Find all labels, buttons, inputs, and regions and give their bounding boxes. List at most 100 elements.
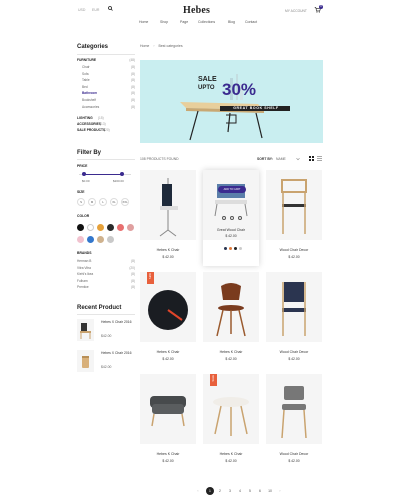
color-swatch[interactable] bbox=[107, 236, 114, 243]
size-option[interactable]: M bbox=[88, 198, 96, 206]
subcategory-item[interactable]: Bed bbox=[82, 85, 88, 89]
product-image[interactable] bbox=[203, 272, 259, 342]
pagination-page[interactable]: 5 bbox=[246, 487, 254, 495]
brand-count: (8) bbox=[131, 259, 135, 263]
color-swatch[interactable] bbox=[87, 236, 94, 243]
brand-item[interactable]: Fulham bbox=[77, 279, 88, 283]
recent-product-name[interactable]: Hebes X Chair 2016 bbox=[101, 351, 133, 356]
divider bbox=[77, 54, 135, 55]
heart-icon[interactable] bbox=[230, 216, 234, 220]
product-image[interactable] bbox=[140, 170, 196, 240]
brand-item[interactable]: Vitra Vitra bbox=[77, 266, 91, 270]
product-title[interactable]: Wood Chair Decor bbox=[266, 248, 322, 252]
subcategory-item[interactable]: Bathroom bbox=[82, 91, 97, 95]
product-image[interactable] bbox=[266, 170, 322, 240]
product-card[interactable]: NEW Hebes K Chair $ 42.00 bbox=[140, 272, 196, 368]
product-card[interactable]: ADD TO CART Great Wood Chair $ 42.00 bbox=[203, 170, 259, 266]
product-image[interactable] bbox=[140, 374, 196, 444]
variant-swatch[interactable] bbox=[224, 247, 227, 250]
product-title[interactable]: Wood Chair Decor bbox=[266, 350, 322, 354]
subcategory-item[interactable]: Sofa bbox=[82, 72, 89, 76]
pagination-page[interactable]: 6 bbox=[256, 487, 264, 495]
pagination-next-icon[interactable]: › bbox=[276, 487, 284, 495]
product-card[interactable]: Hebes K Chair $ 42.00 bbox=[140, 170, 196, 266]
nav-contact[interactable]: Contact bbox=[245, 20, 257, 24]
search-icon[interactable] bbox=[108, 6, 113, 11]
chevron-down-icon[interactable] bbox=[296, 157, 300, 161]
product-title[interactable]: Hebes K Chair bbox=[140, 350, 196, 354]
recent-product-thumb[interactable] bbox=[77, 350, 94, 372]
color-swatch[interactable] bbox=[77, 224, 84, 231]
pagination-prev-icon[interactable]: ‹ bbox=[194, 487, 202, 495]
pagination-page[interactable]: 4 bbox=[236, 487, 244, 495]
category-lighting[interactable]: LIGHTING bbox=[77, 116, 93, 120]
category-sale-products[interactable]: SALE PRODUCTS bbox=[77, 128, 105, 132]
product-card[interactable]: SALE Hebes K Chair $ 42.00 bbox=[203, 374, 259, 470]
pagination-page[interactable]: 1 bbox=[206, 487, 214, 495]
nav-shop[interactable]: Shop bbox=[160, 20, 168, 24]
subcategory-item[interactable]: Bookshelf bbox=[82, 98, 96, 102]
nav-page[interactable]: Page bbox=[180, 20, 188, 24]
eye-icon[interactable] bbox=[238, 216, 242, 220]
color-swatch[interactable] bbox=[97, 224, 104, 231]
recent-product-thumb[interactable] bbox=[77, 319, 94, 341]
brand-item[interactable]: Prentice bbox=[77, 285, 89, 289]
nav-home[interactable]: Home bbox=[139, 20, 148, 24]
product-card[interactable]: Wood Chair Decor $ 42.00 bbox=[266, 170, 322, 266]
currency-select[interactable]: EUR bbox=[92, 8, 99, 12]
color-swatch[interactable] bbox=[97, 236, 104, 243]
brand-item[interactable]: Herman B bbox=[77, 259, 91, 263]
site-logo[interactable]: Hebes bbox=[183, 5, 210, 16]
nav-collections[interactable]: Collections bbox=[198, 20, 215, 24]
pagination-page[interactable]: 2 bbox=[216, 487, 224, 495]
price-slider-max-handle[interactable] bbox=[120, 172, 124, 176]
product-title[interactable]: Hebes K Chair bbox=[140, 452, 196, 456]
size-option[interactable]: S bbox=[77, 198, 85, 206]
product-title[interactable]: Great Wood Chair bbox=[203, 228, 259, 232]
color-swatch[interactable] bbox=[87, 224, 94, 231]
subcategory-item[interactable]: Chair bbox=[82, 65, 90, 69]
category-accessories[interactable]: ACCESSORIES bbox=[77, 122, 101, 126]
language-select[interactable]: USD bbox=[78, 8, 85, 12]
pagination-page[interactable]: 10 bbox=[266, 487, 274, 495]
add-to-cart-button[interactable]: ADD TO CART bbox=[218, 186, 246, 193]
pagination-page[interactable]: 3 bbox=[226, 487, 234, 495]
promo-banner[interactable]: SALE UPTO 30% GREAT BOOK SHELF bbox=[140, 60, 323, 143]
product-card[interactable]: Hebes K Chair $ 42.00 bbox=[140, 374, 196, 470]
category-count: (48) bbox=[129, 58, 135, 62]
product-title[interactable]: Hebes K Chair bbox=[203, 350, 259, 354]
variant-swatch[interactable] bbox=[229, 247, 232, 250]
color-swatch[interactable] bbox=[117, 224, 124, 231]
color-swatch[interactable] bbox=[107, 224, 114, 231]
subcategory-item[interactable]: Table bbox=[82, 78, 90, 82]
product-image[interactable] bbox=[266, 374, 322, 444]
my-account-link[interactable]: MY ACCOUNT bbox=[285, 9, 307, 13]
nav-blog[interactable]: Blog bbox=[228, 20, 235, 24]
product-title[interactable]: Hebes K Chair bbox=[140, 248, 196, 252]
categories-heading: Categories bbox=[77, 44, 109, 50]
product-card[interactable]: Wood Chair Decor $ 42.00 bbox=[266, 272, 322, 368]
subcategory-item[interactable]: Accessories bbox=[82, 105, 99, 109]
price-slider-min-handle[interactable] bbox=[82, 172, 86, 176]
product-card[interactable]: Wood Chair Decor $ 42.00 bbox=[266, 374, 322, 470]
compare-icon[interactable] bbox=[222, 216, 226, 220]
color-swatch[interactable] bbox=[77, 236, 84, 243]
size-option[interactable]: XXL bbox=[121, 198, 129, 206]
product-title[interactable]: Wood Chair Decor bbox=[266, 452, 322, 456]
color-swatch[interactable] bbox=[127, 224, 134, 231]
recent-product-price: $42.00 bbox=[101, 365, 112, 369]
size-option[interactable]: L bbox=[99, 198, 107, 206]
grid-view-icon[interactable] bbox=[309, 156, 314, 161]
product-title[interactable]: Hebes K Chair bbox=[203, 452, 259, 456]
breadcrumb-home[interactable]: Home bbox=[140, 44, 149, 48]
sort-select[interactable]: NAME bbox=[276, 157, 286, 161]
size-option[interactable]: XL bbox=[110, 198, 118, 206]
variant-swatch[interactable] bbox=[234, 247, 237, 250]
variant-swatch[interactable] bbox=[239, 247, 242, 250]
product-card[interactable]: Hebes K Chair $ 42.00 bbox=[203, 272, 259, 368]
list-view-icon[interactable] bbox=[317, 156, 322, 161]
recent-product-name[interactable]: Hebes X Chair 2016 bbox=[101, 320, 133, 325]
category-furniture[interactable]: FURNITURE bbox=[77, 58, 96, 62]
product-image[interactable] bbox=[266, 272, 322, 342]
brand-item[interactable]: Kiehl's Ikea bbox=[77, 272, 93, 276]
